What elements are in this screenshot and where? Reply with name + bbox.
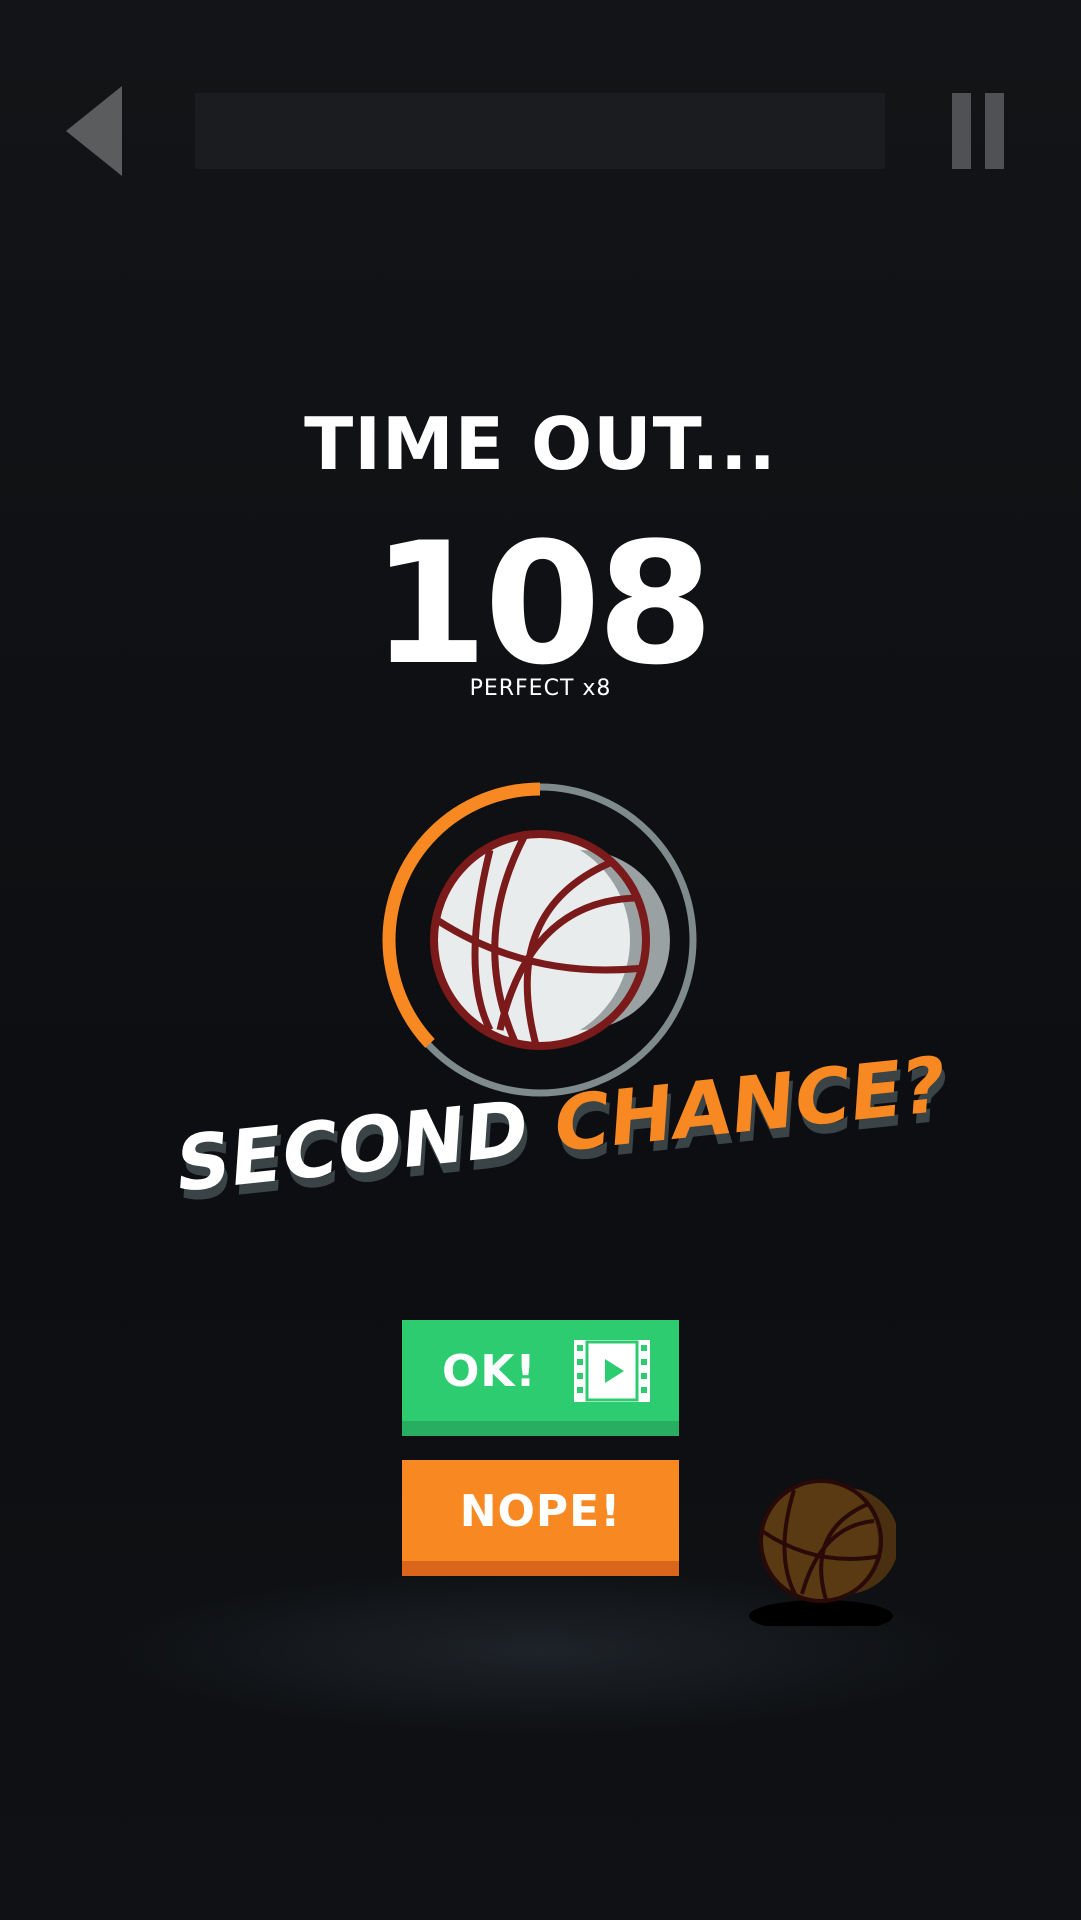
back-button[interactable] (66, 86, 126, 176)
pause-button[interactable] (952, 93, 1008, 169)
nope-button-label: NOPE! (459, 1486, 622, 1537)
floor-basketball-icon (749, 1479, 896, 1626)
back-triangle-icon (66, 86, 122, 176)
level-progress-bar (195, 93, 885, 169)
nope-button[interactable]: NOPE! (402, 1460, 679, 1576)
second-word: SECOND (172, 1082, 531, 1210)
score-value: 108 (371, 506, 714, 702)
video-play-icon (574, 1340, 650, 1402)
game-over-screen: TIME OUT... 108 PERFECT x8 SECOND CHANCE… (0, 0, 1081, 1920)
basketball-icon (430, 830, 670, 1050)
time-out-title: TIME OUT... (304, 402, 777, 486)
ok-button-label: OK! (442, 1346, 537, 1397)
perfect-counter: PERFECT x8 (469, 676, 612, 701)
second-chance-timer (382, 782, 698, 1098)
ok-watch-video-button[interactable]: OK! (402, 1320, 679, 1436)
